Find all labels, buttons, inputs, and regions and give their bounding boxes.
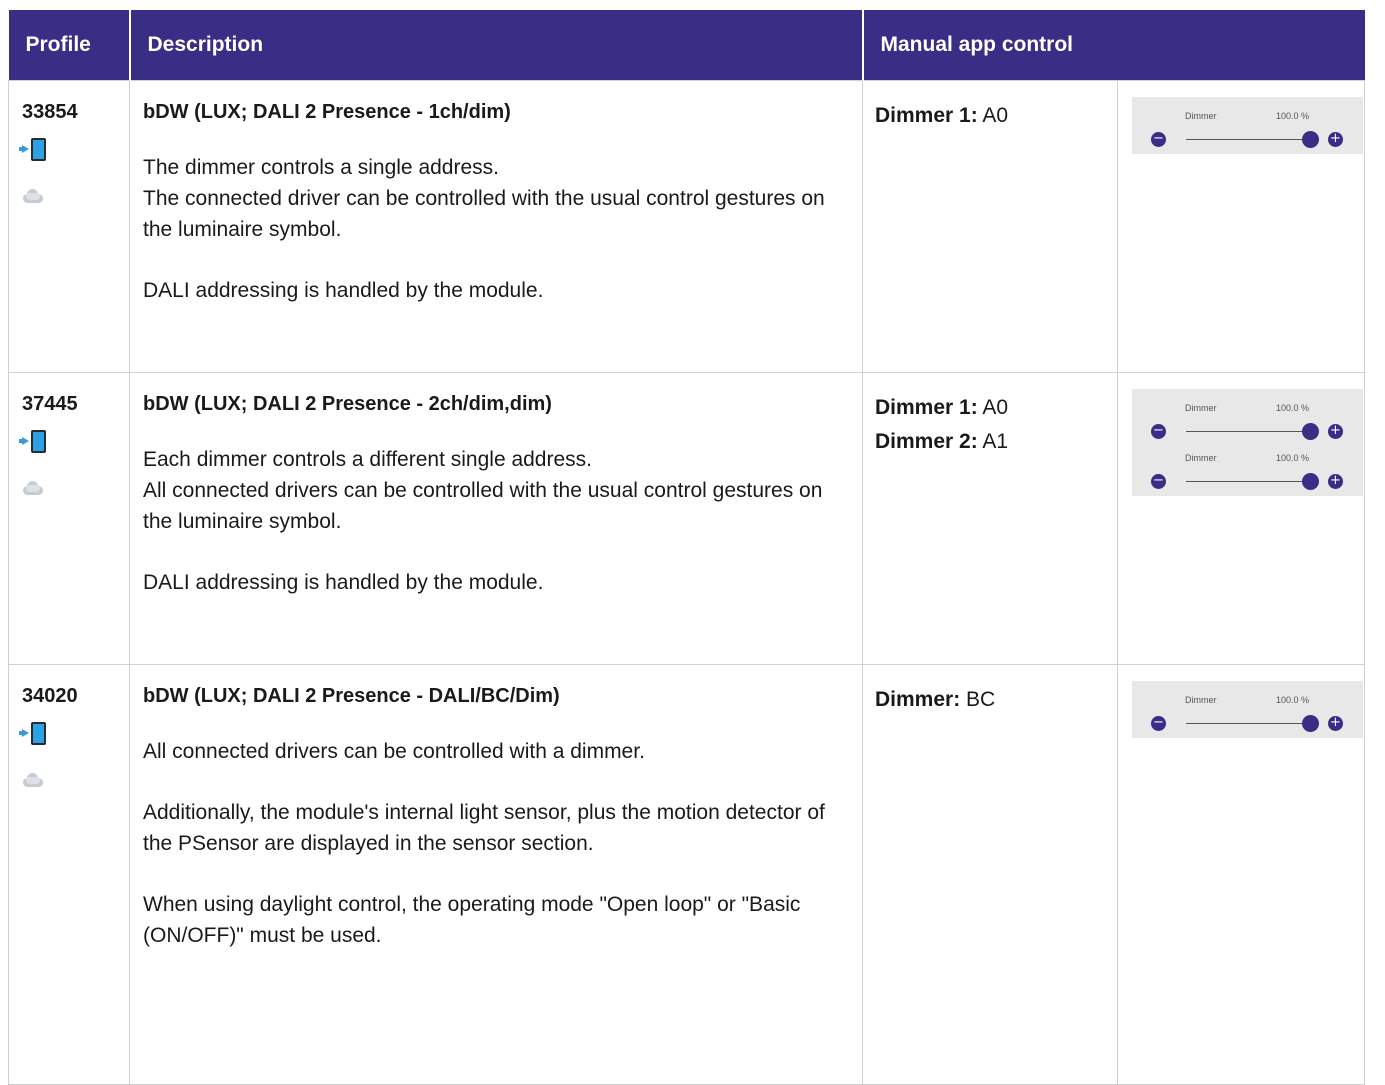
table-row: 37445 bDW (LUX; DALI 2 Presence - 2ch/dim… bbox=[8, 371, 1366, 665]
slider-track[interactable] bbox=[1186, 480, 1317, 482]
dimmer-slider[interactable]: Dimmer 100.0 % − + bbox=[1132, 683, 1363, 733]
profile-title: bDW (LUX; DALI 2 Presence - 1ch/dim) bbox=[143, 100, 511, 123]
description-cell: bDW (LUX; DALI 2 Presence - 1ch/dim) The … bbox=[129, 79, 863, 373]
dimmer-slider[interactable]: Dimmer 100.0 % − + bbox=[1132, 391, 1363, 441]
dimmer-slider[interactable]: Dimmer 100.0 % − + bbox=[1132, 99, 1363, 149]
header-profile: Profile bbox=[8, 10, 131, 80]
mapping-cell: Dimmer 1: A0 bbox=[862, 79, 1118, 373]
description-paragraph: When using daylight control, the operati… bbox=[143, 892, 801, 947]
slider-label: Dimmer bbox=[1185, 694, 1217, 705]
description-cell: bDW (LUX; DALI 2 Presence - 2ch/dim,dim)… bbox=[129, 371, 863, 665]
description-paragraph: DALI addressing is handled by the module… bbox=[143, 278, 544, 302]
profile-title: bDW (LUX; DALI 2 Presence - 2ch/dim,dim) bbox=[143, 392, 552, 415]
table-row: 34020 bDW (LUX; DALI 2 Presence - DALI/BC… bbox=[8, 663, 1366, 1085]
minus-icon[interactable]: − bbox=[1151, 715, 1166, 731]
mapping-line: Dimmer 1: A0 bbox=[875, 391, 1117, 425]
header-row: Profile Description Manual app control bbox=[8, 10, 1365, 80]
slider-label: Dimmer bbox=[1185, 452, 1217, 463]
dimmer-preview: Dimmer 100.0 % − + bbox=[1132, 680, 1363, 738]
profile-cell: 34020 bbox=[8, 663, 130, 1085]
description-paragraph: The dimmer controls a single address. Th… bbox=[143, 155, 825, 241]
mapping-line: Dimmer 2: A1 bbox=[875, 425, 1117, 459]
slider-knob[interactable] bbox=[1302, 714, 1319, 732]
app-preview-cell: Dimmer 100.0 % − + Dimmer 100.0 % − + bbox=[1116, 371, 1366, 665]
slider-track[interactable] bbox=[1186, 138, 1317, 140]
mapping-value: BC bbox=[966, 687, 996, 711]
phone-app-icon bbox=[19, 429, 52, 453]
plus-icon[interactable]: + bbox=[1328, 131, 1343, 147]
mapping-line: Dimmer 1: A0 bbox=[875, 99, 1117, 133]
table-row: 33854 bDW (LUX; DALI 2 Presence - 1ch/dim… bbox=[8, 79, 1366, 373]
description-paragraph: Additionally, the module's internal ligh… bbox=[143, 800, 825, 855]
profile-title: bDW (LUX; DALI 2 Presence - DALI/BC/Dim) bbox=[143, 684, 560, 707]
profile-cell: 37445 bbox=[8, 371, 130, 665]
minus-icon[interactable]: − bbox=[1151, 131, 1166, 147]
slider-value: 100.0 % bbox=[1276, 452, 1310, 463]
slider-value: 100.0 % bbox=[1276, 110, 1310, 121]
mapping-value: A0 bbox=[982, 103, 1009, 127]
dimmer-preview: Dimmer 100.0 % − + Dimmer 100.0 % − + bbox=[1132, 388, 1363, 496]
mapping-cell: Dimmer: BC bbox=[862, 663, 1118, 1085]
minus-icon[interactable]: − bbox=[1151, 423, 1166, 439]
phone-app-icon bbox=[19, 137, 52, 161]
description-cell: bDW (LUX; DALI 2 Presence - DALI/BC/Dim)… bbox=[129, 663, 863, 1085]
mapping-value: A0 bbox=[982, 395, 1009, 419]
header-manual-app-control: Manual app control bbox=[862, 10, 1365, 80]
header-description: Description bbox=[129, 10, 864, 80]
cloud-icon bbox=[22, 772, 44, 788]
app-preview-cell: Dimmer 100.0 % − + bbox=[1116, 79, 1366, 373]
mapping-key: Dimmer 1: bbox=[875, 395, 978, 419]
mapping-cell: Dimmer 1: A0 Dimmer 2: A1 bbox=[862, 371, 1118, 665]
profile-id: 33854 bbox=[22, 100, 78, 123]
slider-knob[interactable] bbox=[1302, 130, 1319, 148]
plus-icon[interactable]: + bbox=[1328, 715, 1343, 731]
phone-app-icon bbox=[19, 721, 52, 745]
minus-icon[interactable]: − bbox=[1151, 473, 1166, 489]
table-body: 33854 bDW (LUX; DALI 2 Presence - 1ch/dim… bbox=[8, 79, 1366, 1085]
profile-id: 37445 bbox=[22, 392, 78, 415]
slider-value: 100.0 % bbox=[1276, 694, 1310, 705]
slider-label: Dimmer bbox=[1185, 110, 1217, 121]
cloud-icon bbox=[22, 480, 44, 496]
cloud-icon bbox=[22, 188, 44, 204]
description-paragraph: DALI addressing is handled by the module… bbox=[143, 570, 544, 594]
slider-value: 100.0 % bbox=[1276, 402, 1310, 413]
dimmer-slider[interactable]: Dimmer 100.0 % − + bbox=[1132, 441, 1363, 491]
profiles-table: Profile Description Manual app control 3… bbox=[8, 10, 1366, 1085]
mapping-key: Dimmer 1: bbox=[875, 103, 978, 127]
profile-id: 34020 bbox=[22, 684, 78, 707]
slider-label: Dimmer bbox=[1185, 402, 1217, 413]
description-paragraph: All connected drivers can be controlled … bbox=[143, 739, 645, 763]
mapping-value: A1 bbox=[982, 429, 1009, 453]
slider-knob[interactable] bbox=[1302, 422, 1319, 440]
plus-icon[interactable]: + bbox=[1328, 423, 1343, 439]
app-preview-cell: Dimmer 100.0 % − + bbox=[1116, 663, 1366, 1085]
slider-track[interactable] bbox=[1186, 430, 1317, 432]
mapping-line: Dimmer: BC bbox=[875, 683, 1117, 717]
mapping-key: Dimmer 2: bbox=[875, 429, 978, 453]
slider-track[interactable] bbox=[1186, 722, 1317, 724]
slider-knob[interactable] bbox=[1302, 472, 1319, 490]
description-paragraph: Each dimmer controls a different single … bbox=[143, 447, 823, 533]
mapping-key: Dimmer: bbox=[875, 687, 961, 711]
profile-cell: 33854 bbox=[8, 79, 130, 373]
dimmer-preview: Dimmer 100.0 % − + bbox=[1132, 96, 1363, 154]
plus-icon[interactable]: + bbox=[1328, 473, 1343, 489]
